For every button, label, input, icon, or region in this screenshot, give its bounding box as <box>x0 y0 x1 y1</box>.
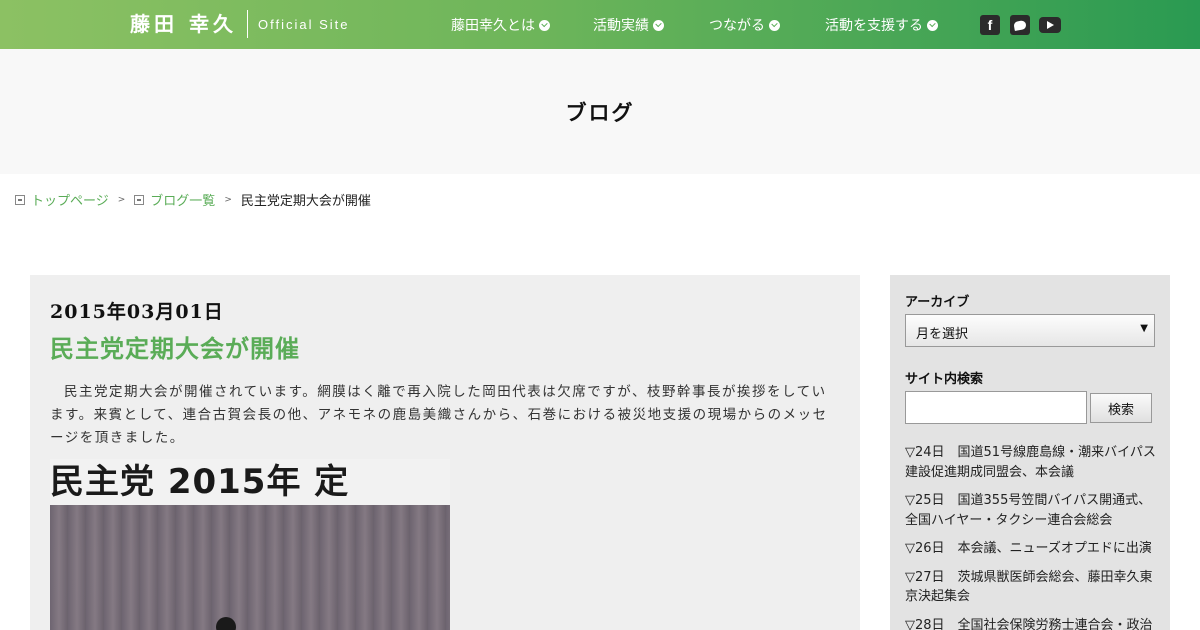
breadcrumb: トップページ > ブログ一覧 > 民主党定期大会が開催 <box>15 190 371 209</box>
nav-item-about[interactable]: 藤田幸久とは <box>451 15 550 35</box>
post-photo: 民主党 2015年 定 <box>50 459 450 630</box>
page-title: ブログ <box>565 100 635 125</box>
breadcrumb-separator: > <box>117 194 126 205</box>
list-item[interactable]: ▽27日 茨城県獣医師会総会、藤田幸久東京決起集会 <box>905 568 1157 607</box>
site-header: 藤田 幸久 Official Site 藤田幸久とは 活動実績 つながる 活動を… <box>0 0 1200 49</box>
site-search-input[interactable] <box>905 391 1087 424</box>
breadcrumb-blog-link[interactable]: ブログ一覧 <box>150 190 215 209</box>
speaker-figure <box>216 617 236 630</box>
list-item[interactable]: ▽28日 全国社会保険労務士連合会・政治 <box>905 616 1157 630</box>
list-item[interactable]: ▽24日 国道51号線鹿島線・潮来バイパス建設促進期成同盟会、本会議 <box>905 443 1157 482</box>
facebook-glyph: f <box>987 17 993 33</box>
page-title-band: ブログ <box>0 49 1200 174</box>
check-circle-icon <box>539 19 550 31</box>
link-arrow-icon <box>134 194 145 205</box>
play-triangle-shape <box>1046 21 1054 29</box>
twitter-bird-shape <box>1013 19 1027 31</box>
nav-item-support[interactable]: 活動を支援する <box>825 15 938 35</box>
nav-item-connect[interactable]: つながる <box>709 15 780 35</box>
check-circle-icon <box>653 19 664 31</box>
photo-banner-text: 民主党 2015年 定 <box>50 459 450 505</box>
search-button[interactable]: 検索 <box>1090 393 1152 423</box>
list-item[interactable]: ▽26日 本会議、ニューズオプエドに出演 <box>905 539 1157 559</box>
sidebar: アーカイブ 月を選択 ▼ サイト内検索 検索 ▽24日 国道51号線鹿島線・潮来… <box>890 275 1170 630</box>
list-item[interactable]: ▽25日 国道355号笠間バイパス開通式、全国ハイヤー・タクシー連合会総会 <box>905 491 1157 530</box>
post-date: 2015年03月01日 <box>50 301 224 323</box>
youtube-icon[interactable] <box>1039 17 1061 33</box>
breadcrumb-home-link[interactable]: トップページ <box>31 190 109 209</box>
nav-label: 活動実績 <box>593 18 649 34</box>
twitter-icon[interactable] <box>1010 15 1030 35</box>
archive-select-value: 月を選択 <box>916 327 969 342</box>
recent-posts-list: ▽24日 国道51号線鹿島線・潮来バイパス建設促進期成同盟会、本会議 ▽25日 … <box>905 443 1157 630</box>
search-heading: サイト内検索 <box>905 372 984 387</box>
site-logo[interactable]: 藤田 幸久 Official Site <box>130 9 349 39</box>
link-arrow-icon <box>15 194 25 205</box>
archive-select[interactable]: 月を選択 ▼ <box>905 314 1155 347</box>
dropdown-arrow-icon: ▼ <box>1140 323 1148 334</box>
nav-label: つながる <box>709 18 765 34</box>
archive-heading: アーカイブ <box>905 295 970 310</box>
logo-subtitle: Official Site <box>257 16 350 32</box>
check-circle-icon <box>927 19 938 31</box>
breadcrumb-current: 民主党定期大会が開催 <box>240 194 371 209</box>
post-title: 民主党定期大会が開催 <box>50 335 300 363</box>
nav-label: 活動を支援する <box>825 18 923 34</box>
blog-post: 2015年03月01日 民主党定期大会が開催 民主党定期大会が開催されています。… <box>30 275 860 630</box>
check-circle-icon <box>769 19 780 31</box>
facebook-icon[interactable]: f <box>980 15 1000 35</box>
nav-item-activities[interactable]: 活動実績 <box>593 15 664 35</box>
post-body: 民主党定期大会が開催されています。網膜はく離で再入院した岡田代表は欠席ですが、枝… <box>50 384 828 446</box>
breadcrumb-separator: > <box>224 194 232 205</box>
nav-label: 藤田幸久とは <box>451 18 535 34</box>
logo-name: 藤田 幸久 <box>130 10 248 38</box>
stage-curtain <box>50 505 450 630</box>
